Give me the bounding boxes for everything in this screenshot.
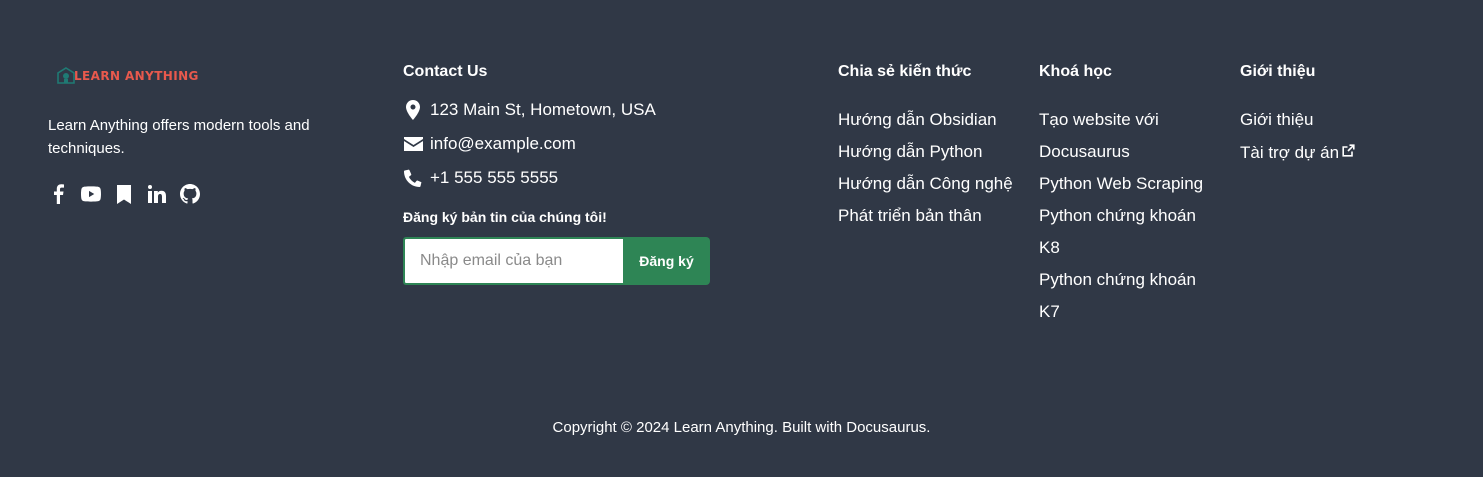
link-list: Hướng dẫn Obsidian Hướng dẫn Python Hướn… — [838, 104, 1018, 232]
footer-link-technology[interactable]: Hướng dẫn Công nghệ — [838, 168, 1018, 200]
phone-text[interactable]: +1 555 555 5555 — [430, 167, 558, 188]
brand-column: LEARN ANYTHING Learn Anything offers mod… — [48, 62, 368, 206]
links-column-about: Giới thiệu Giới thiệu Tài trợ dự án — [1240, 62, 1440, 169]
contact-column: Contact Us 123 Main St, Hometown, USA in… — [403, 62, 723, 285]
phone-icon — [403, 169, 423, 187]
github-icon[interactable] — [180, 184, 200, 204]
envelope-icon — [403, 136, 423, 151]
contact-address: 123 Main St, Hometown, USA — [403, 99, 723, 120]
external-link-icon — [1342, 136, 1355, 168]
link-list: Giới thiệu Tài trợ dự án — [1240, 104, 1440, 169]
footer-link-web-scraping[interactable]: Python Web Scraping — [1039, 168, 1219, 200]
brand-tagline: Learn Anything offers modern tools and t… — [48, 117, 310, 157]
logo-link[interactable]: LEARN ANYTHING — [56, 62, 368, 90]
links-column-courses: Khoá học Tạo website với Docusaurus Pyth… — [1039, 62, 1219, 328]
footer-link-sponsor[interactable]: Tài trợ dự án — [1240, 136, 1440, 169]
column-title: Chia sẻ kiến thức — [838, 63, 972, 80]
social-links — [48, 182, 368, 206]
footer-link-python[interactable]: Hướng dẫn Python — [838, 136, 1018, 168]
footer-link-obsidian[interactable]: Hướng dẫn Obsidian — [838, 104, 1018, 136]
site-footer: LEARN ANYTHING Learn Anything offers mod… — [0, 0, 1483, 477]
newsletter-title: Đăng ký bản tin của chúng tôi! — [403, 209, 607, 225]
footer-link-about[interactable]: Giới thiệu — [1240, 104, 1440, 136]
contact-email: info@example.com — [403, 133, 723, 154]
facebook-icon[interactable] — [48, 184, 68, 204]
footer-link-stock-k7[interactable]: Python chứng khoán K7 — [1039, 264, 1219, 328]
footer-link-self-development[interactable]: Phát triển bản thân — [838, 200, 1018, 232]
newsletter-form: Đăng ký — [403, 237, 710, 285]
column-title: Khoá học — [1039, 63, 1112, 80]
sponsor-label: Tài trợ dự án — [1240, 143, 1340, 162]
links-column-knowledge: Chia sẻ kiến thức Hướng dẫn Obsidian Hướ… — [838, 62, 1018, 232]
newsletter-email-input[interactable] — [403, 237, 623, 285]
footer-link-docusaurus-course[interactable]: Tạo website với Docusaurus — [1039, 104, 1219, 168]
bookmark-icon[interactable] — [114, 184, 134, 204]
newsletter-subscribe-button[interactable]: Đăng ký — [623, 237, 710, 285]
footer-link-stock-k8[interactable]: Python chứng khoán K8 — [1039, 200, 1219, 264]
contact-title: Contact Us — [403, 63, 488, 80]
contact-phone: +1 555 555 5555 — [403, 167, 723, 188]
logo-text: LEARN ANYTHING — [74, 69, 199, 83]
logo-icon — [57, 67, 75, 84]
map-pin-icon — [403, 99, 423, 120]
copyright-text: Copyright © 2024 Learn Anything. Built w… — [552, 419, 931, 436]
link-list: Tạo website với Docusaurus Python Web Sc… — [1039, 104, 1219, 328]
column-title: Giới thiệu — [1240, 63, 1316, 80]
email-text[interactable]: info@example.com — [430, 133, 576, 154]
linkedin-icon[interactable] — [147, 184, 167, 204]
youtube-icon[interactable] — [81, 184, 101, 204]
address-text: 123 Main St, Hometown, USA — [430, 100, 656, 119]
